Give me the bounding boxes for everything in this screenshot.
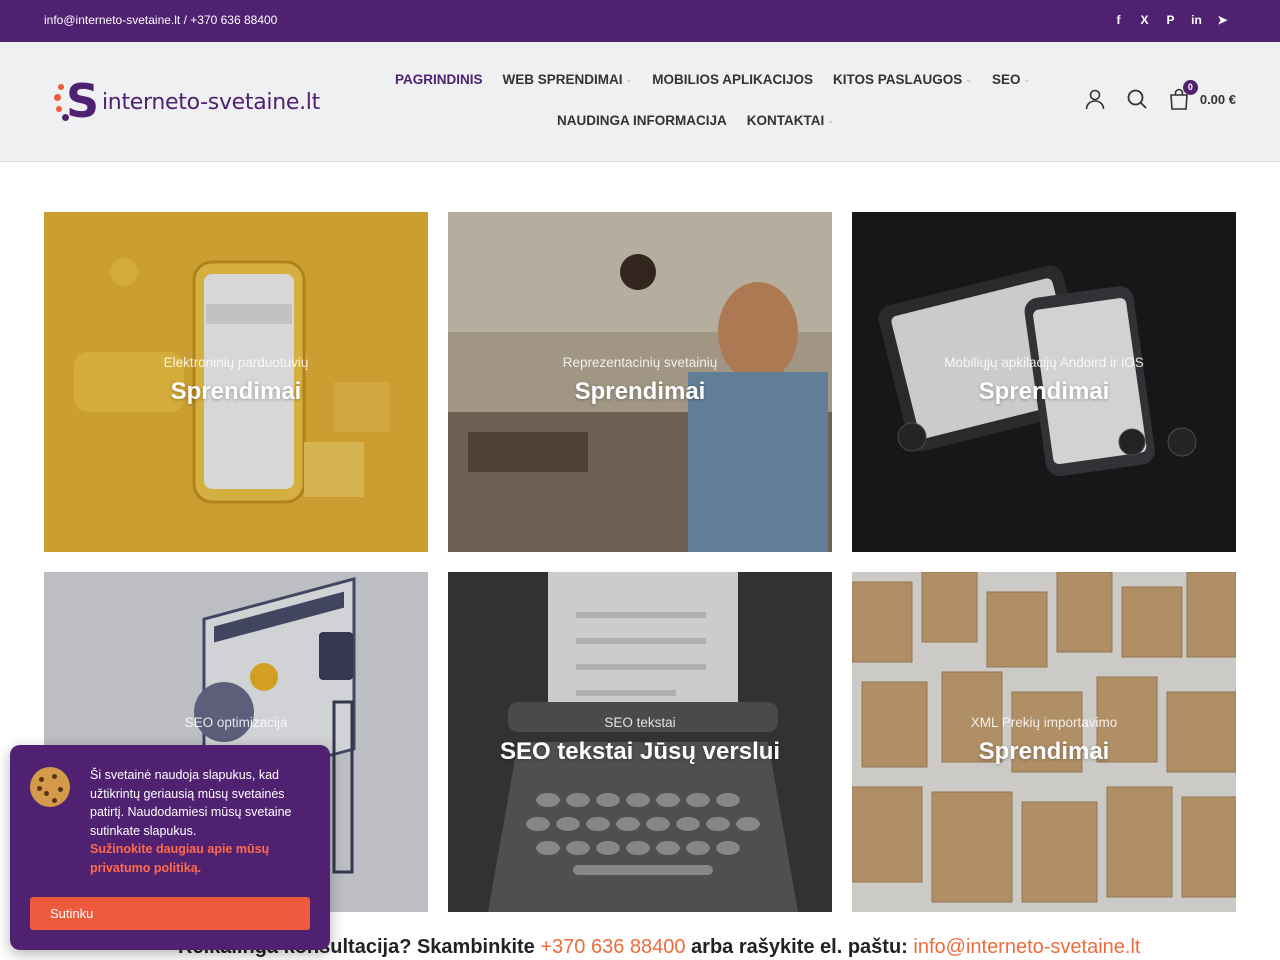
chevron-down-icon: ⌄ — [827, 116, 834, 125]
tile-subtitle: SEO optimizacija — [184, 715, 288, 730]
tile-mobile-apps[interactable]: Mobiliųjų apkilacijų Andoird ir iOS Spre… — [852, 212, 1236, 552]
x-icon[interactable]: X — [1137, 12, 1152, 28]
site-header: S interneto-svetaine.lt PAGRINDINIS WEB … — [0, 42, 1280, 162]
tile-subtitle: Elektroninių parduotuvių — [163, 355, 309, 370]
accept-cookies-button[interactable]: Sutinku — [30, 897, 310, 930]
user-icon[interactable] — [1084, 88, 1106, 110]
nav-item-seo[interactable]: SEO ⌄ — [992, 72, 1030, 87]
cart-button[interactable]: 0 0.00 € — [1168, 80, 1236, 110]
site-logo[interactable]: S interneto-svetaine.lt — [54, 74, 320, 128]
top-contact[interactable]: info@interneto-svetaine.lt / +370 636 88… — [44, 13, 277, 27]
nav-row-2: NAUDINGA INFORMACIJA KONTAKTAI ⌄ — [557, 113, 834, 128]
cookie-consent-popup: Ši svetainė naudoja slapukus, kad užtikr… — [10, 745, 330, 950]
pinterest-icon[interactable]: P — [1163, 12, 1178, 28]
search-icon[interactable] — [1126, 88, 1148, 110]
cart-count-badge: 0 — [1182, 80, 1198, 95]
chevron-down-icon: ⌄ — [625, 75, 633, 84]
nav-item-kitos-paslaugos[interactable]: KITOS PASLAUGOS ⌄ — [833, 72, 972, 87]
linkedin-icon[interactable]: in — [1189, 12, 1204, 28]
tile-e-shop[interactable]: Elektroninių parduotuvių Sprendimai — [44, 212, 428, 552]
tile-subtitle: SEO tekstai — [604, 715, 676, 730]
tile-xml-import[interactable]: XML Prekių importavimo Sprendimai — [852, 572, 1236, 912]
tile-title: Sprendimai — [170, 378, 302, 405]
nav-item-kontaktai[interactable]: KONTAKTAI ⌄ — [747, 113, 834, 128]
tile-title: Sprendimai — [978, 738, 1110, 765]
tile-representative-sites[interactable]: Reprezentacinių svetainių Sprendimai — [448, 212, 832, 552]
logo-mark: S — [54, 74, 99, 128]
tile-seo-texts[interactable]: SEO tekstai SEO tekstai Jūsų verslui — [448, 572, 832, 912]
consult-phone-link[interactable]: +370 636 88400 — [540, 936, 685, 958]
top-bar: info@interneto-svetaine.lt / +370 636 88… — [0, 0, 1280, 42]
shopping-bag-icon: 0 — [1168, 80, 1198, 110]
tile-title: SEO tekstai Jūsų verslui — [499, 738, 781, 765]
tile-title: Sprendimai — [978, 378, 1110, 405]
nav-row-1: PAGRINDINIS WEB SPRENDIMAI ⌄ MOBILIOS APL… — [395, 72, 1030, 87]
tile-subtitle: Mobiliųjų apkilacijų Andoird ir iOS — [944, 355, 1144, 370]
nav-item-naudinga-informacija[interactable]: NAUDINGA INFORMACIJA — [557, 113, 727, 128]
chevron-down-icon: ⌄ — [965, 75, 972, 84]
header-actions: 0 0.00 € — [1084, 80, 1236, 110]
facebook-icon[interactable]: f — [1111, 12, 1126, 28]
cookie-icon — [30, 767, 70, 807]
tile-title: Sprendimai — [574, 378, 706, 405]
nav-item-web-sprendimai[interactable]: WEB SPRENDIMAI ⌄ — [503, 72, 633, 87]
cookie-text: Ši svetainė naudoja slapukus, kad užtikr… — [90, 766, 316, 877]
nav-item-pagrindinis[interactable]: PAGRINDINIS — [395, 72, 483, 87]
consult-email-link[interactable]: info@interneto-svetaine.lt — [913, 936, 1140, 958]
telegram-icon[interactable]: ➤ — [1215, 12, 1230, 28]
nav-item-mobilios-aplikacijos[interactable]: MOBILIOS APLIKACIJOS — [652, 72, 813, 87]
chevron-down-icon: ⌄ — [1023, 75, 1031, 84]
tile-subtitle: Reprezentacinių svetainių — [562, 355, 718, 370]
tile-subtitle: XML Prekių importavimo — [970, 715, 1118, 730]
social-links: f X P in ➤ — [1111, 12, 1230, 28]
privacy-policy-link[interactable]: Sužinokite daugiau apie mūsų privatumo p… — [90, 840, 316, 877]
logo-text: interneto-svetaine.lt — [102, 89, 320, 115]
cart-total: 0.00 € — [1199, 91, 1236, 107]
